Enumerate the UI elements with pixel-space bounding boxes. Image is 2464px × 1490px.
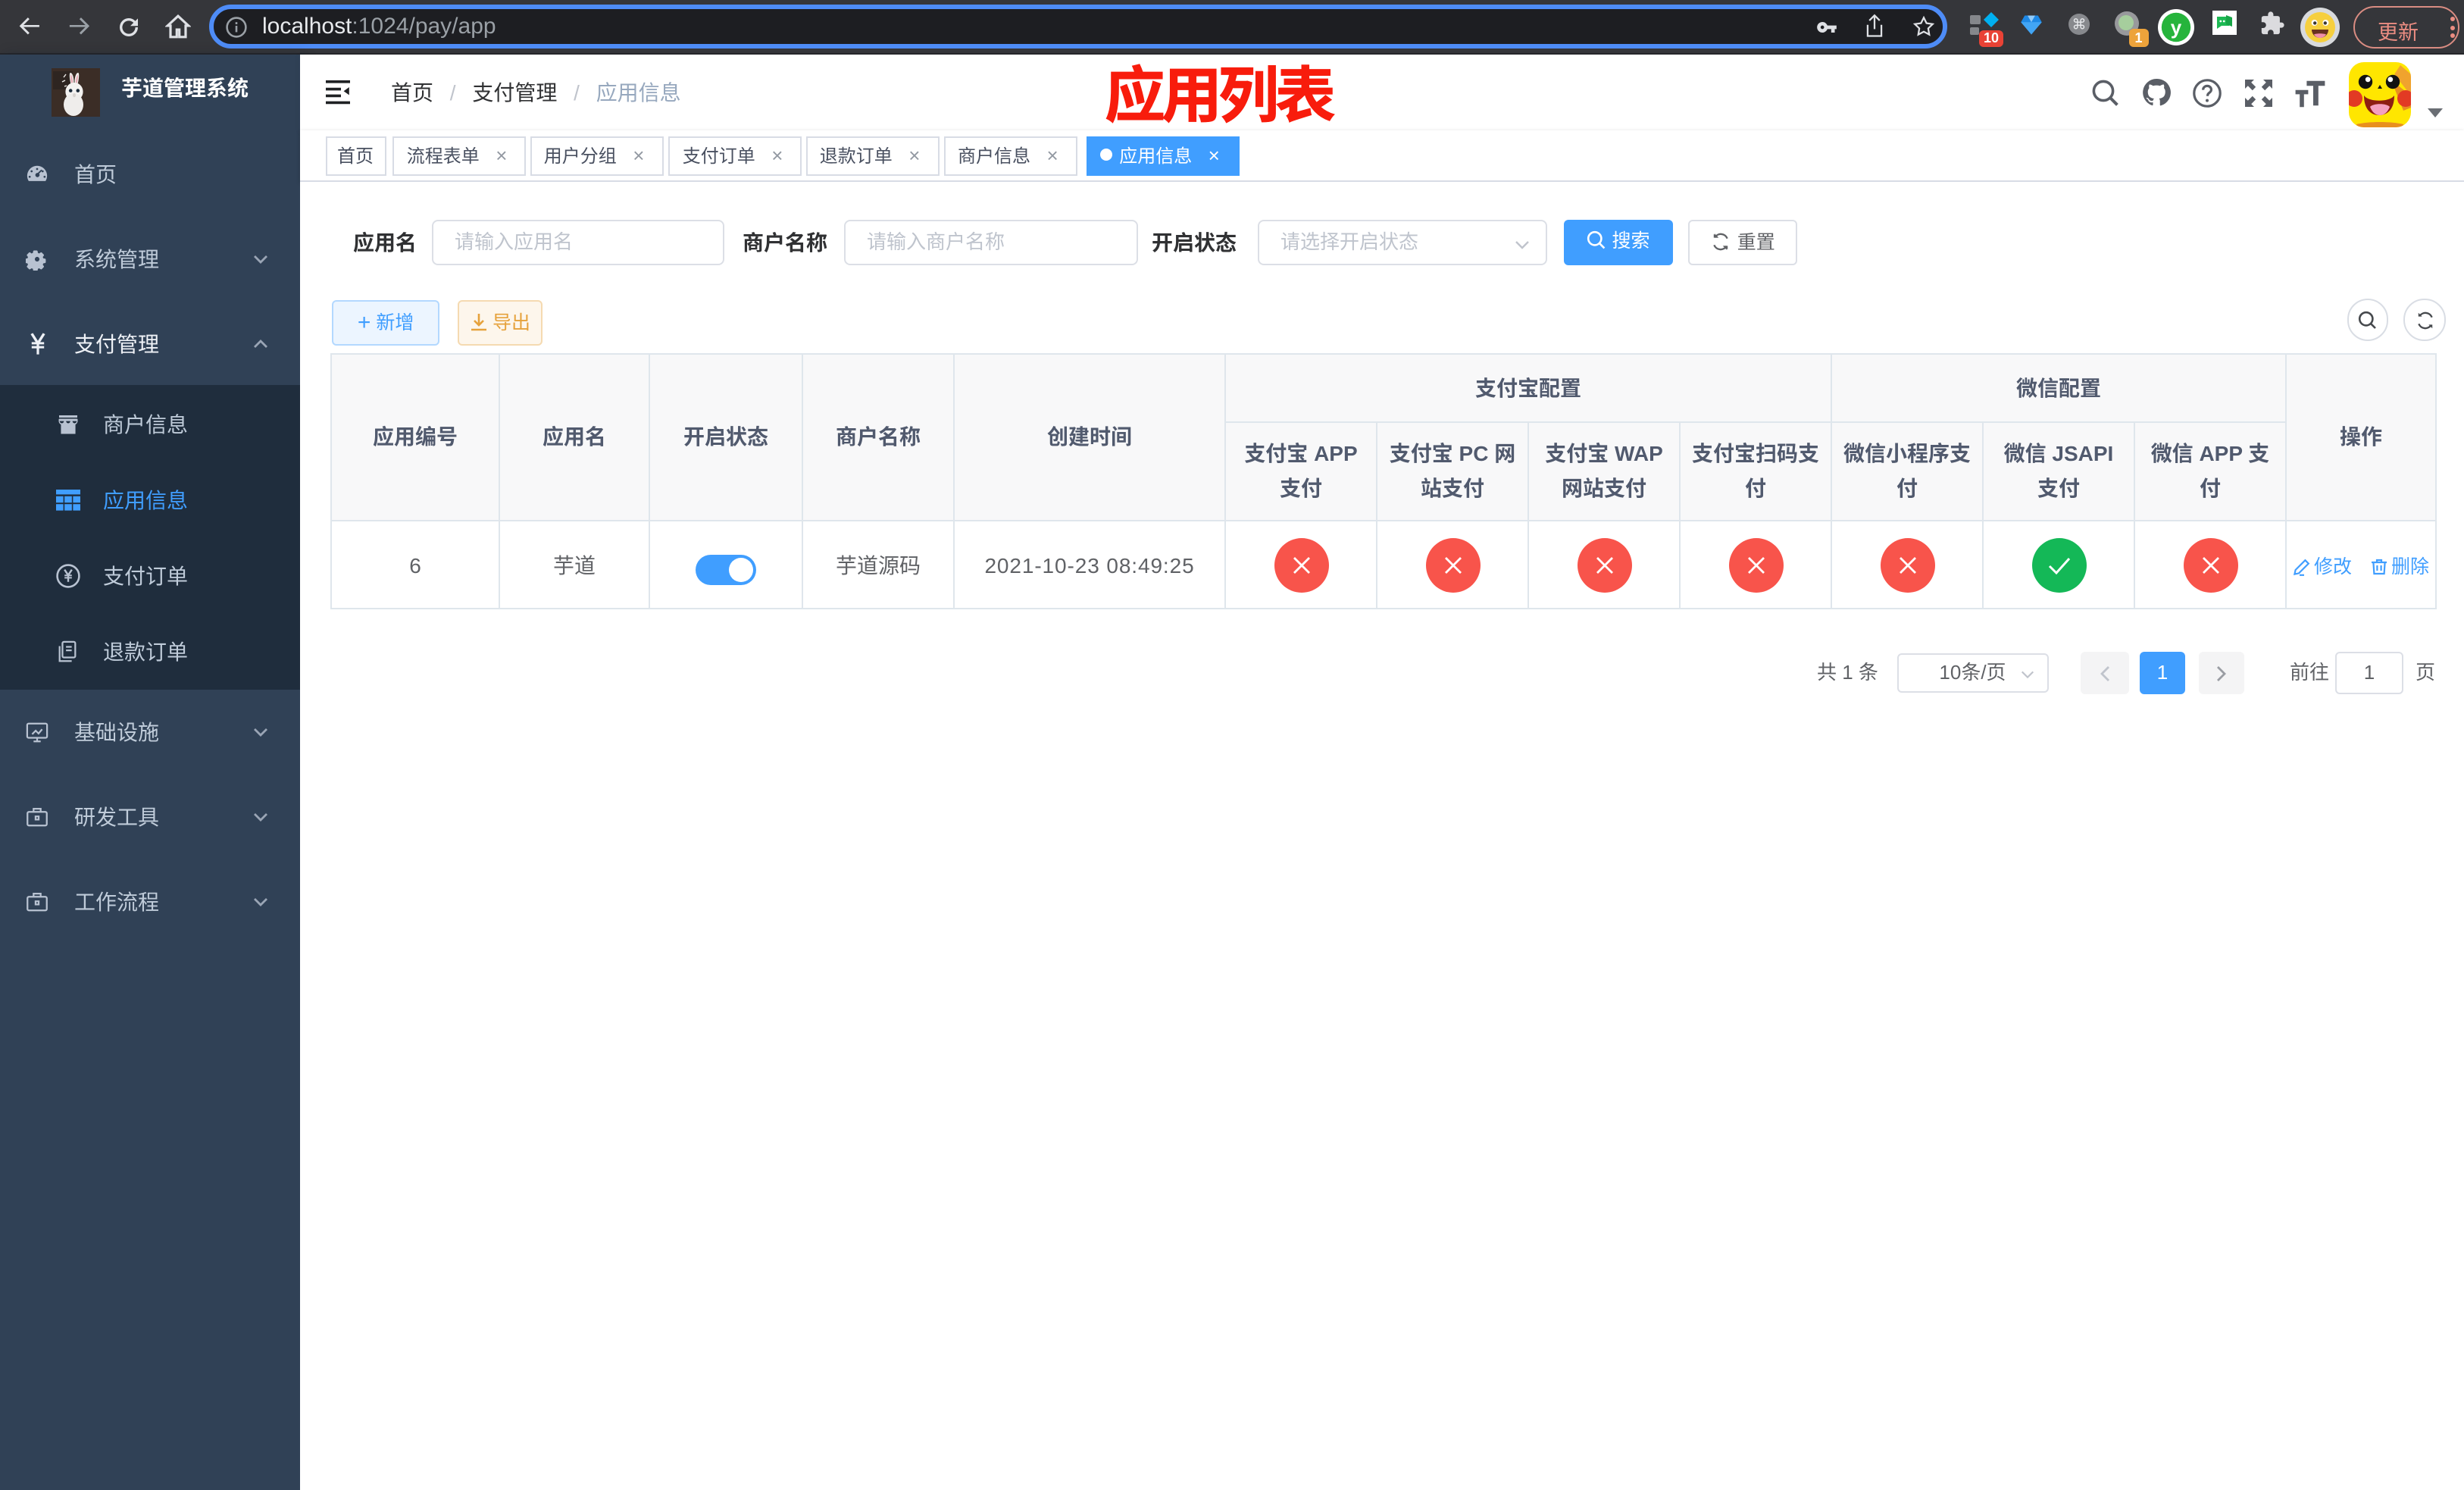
svg-text:y: y xyxy=(2171,16,2182,39)
svg-text:⌘: ⌘ xyxy=(2072,17,2087,33)
